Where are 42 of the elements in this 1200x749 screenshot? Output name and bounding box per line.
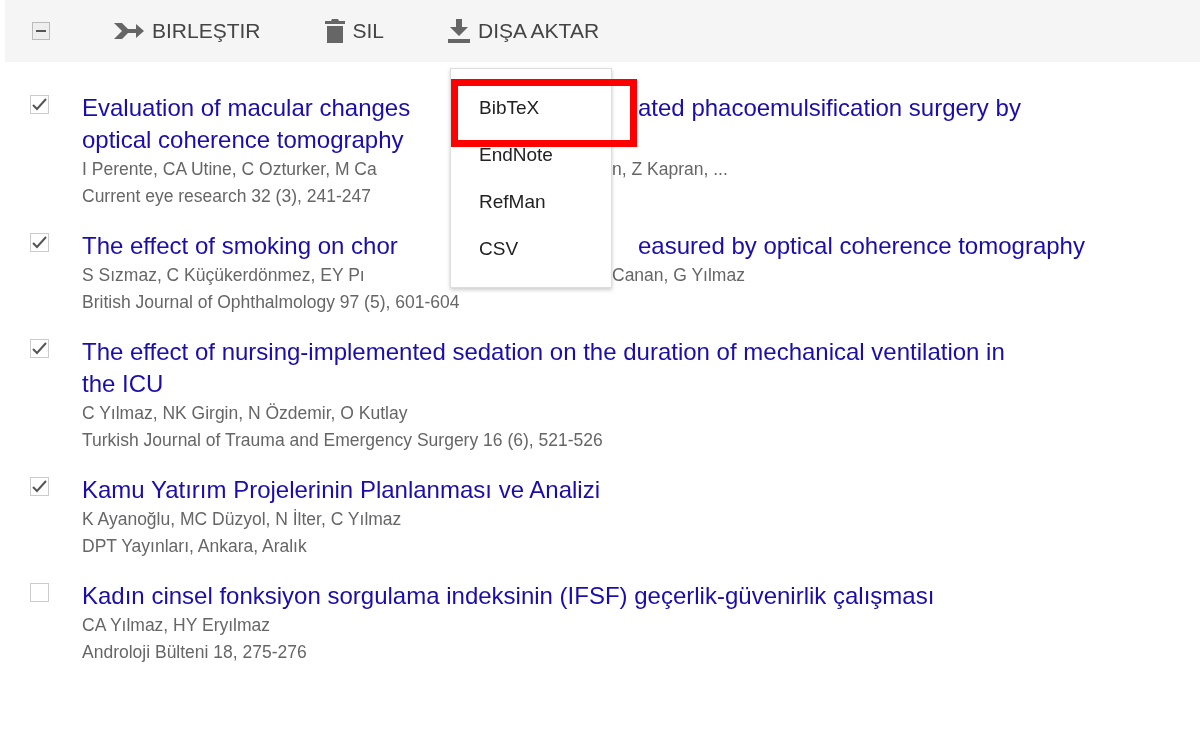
menu-item[interactable]: BibTeX <box>451 93 611 140</box>
checkmark-icon <box>32 98 47 111</box>
author-list: I Perente, CA Utine, C Ozturker, M Ca <box>82 156 377 183</box>
checkmark-icon <box>32 342 47 355</box>
menu-item[interactable]: CSV <box>451 234 611 281</box>
delete-button[interactable]: SIL <box>318 15 391 47</box>
article-checkbox[interactable] <box>30 477 49 496</box>
merge-button[interactable]: BIRLEŞTIR <box>108 15 267 47</box>
author-list: Canan, G Yılmaz <box>612 262 745 289</box>
article-title-link[interactable]: The effect of nursing-implemented sedation on the duration of mechanical ventilation in <box>82 336 1005 368</box>
checkmark-icon <box>32 236 47 249</box>
publication-source: Androloji Bülteni 18, 275-276 <box>82 641 307 664</box>
select-all-checkbox[interactable] <box>32 22 50 40</box>
menu-item[interactable]: RefMan <box>451 187 611 234</box>
author-list: S Sızmaz, C Küçükerdönmez, EY Pı <box>82 262 365 289</box>
publication-source: Turkish Journal of Trauma and Emergency Surgery 16 (6), 521-526 <box>82 429 603 452</box>
trash-icon <box>324 19 345 43</box>
article-title-link[interactable]: Evaluation of macular changes <box>82 92 411 124</box>
article-title-link[interactable]: optical coherence tomography <box>82 124 404 156</box>
minus-icon <box>36 30 46 32</box>
publication-source: DPT Yayınları, Ankara, Aralık <box>82 535 307 558</box>
article-checkbox[interactable] <box>30 95 49 114</box>
article-checkbox[interactable] <box>30 583 49 602</box>
article-title-link[interactable]: The effect of smoking on chor <box>82 230 398 262</box>
export-button[interactable]: DIŞA AKTAR <box>442 15 606 47</box>
article-title-link[interactable]: easured by optical coherence tomography <box>638 230 1085 262</box>
publication-source: Current eye research 32 (3), 241-247 <box>82 185 371 208</box>
article-title-link[interactable]: Kadın cinsel fonksiyon sorgulama indeksinin (IFSF) geçerlik-güvenirlik çalışması <box>82 580 935 612</box>
download-icon <box>448 19 471 43</box>
article-checkbox[interactable] <box>30 339 49 358</box>
publication-source: British Journal of Ophthalmology 97 (5), 601-604 <box>82 291 460 314</box>
author-list: CA Yılmaz, HY Eryılmaz <box>82 612 270 639</box>
author-list: C Yılmaz, NK Girgin, N Özdemir, O Kutlay <box>82 400 408 427</box>
menu-item[interactable]: EndNote <box>451 140 611 187</box>
article-title-link[interactable]: Kamu Yatırım Projelerinin Planlanması ve Analizi <box>82 474 600 506</box>
article-title-link[interactable]: ated phacoemulsification surgery by <box>638 92 1021 124</box>
author-list: K Ayanoğlu, MC Düzyol, N İlter, C Yılmaz <box>82 506 402 533</box>
merge-icon <box>114 21 144 41</box>
article-checkbox[interactable] <box>30 233 49 252</box>
author-list: n, Z Kapran, ... <box>612 156 728 183</box>
article-title-link[interactable]: the ICU <box>82 368 164 400</box>
checkmark-icon <box>32 480 47 493</box>
